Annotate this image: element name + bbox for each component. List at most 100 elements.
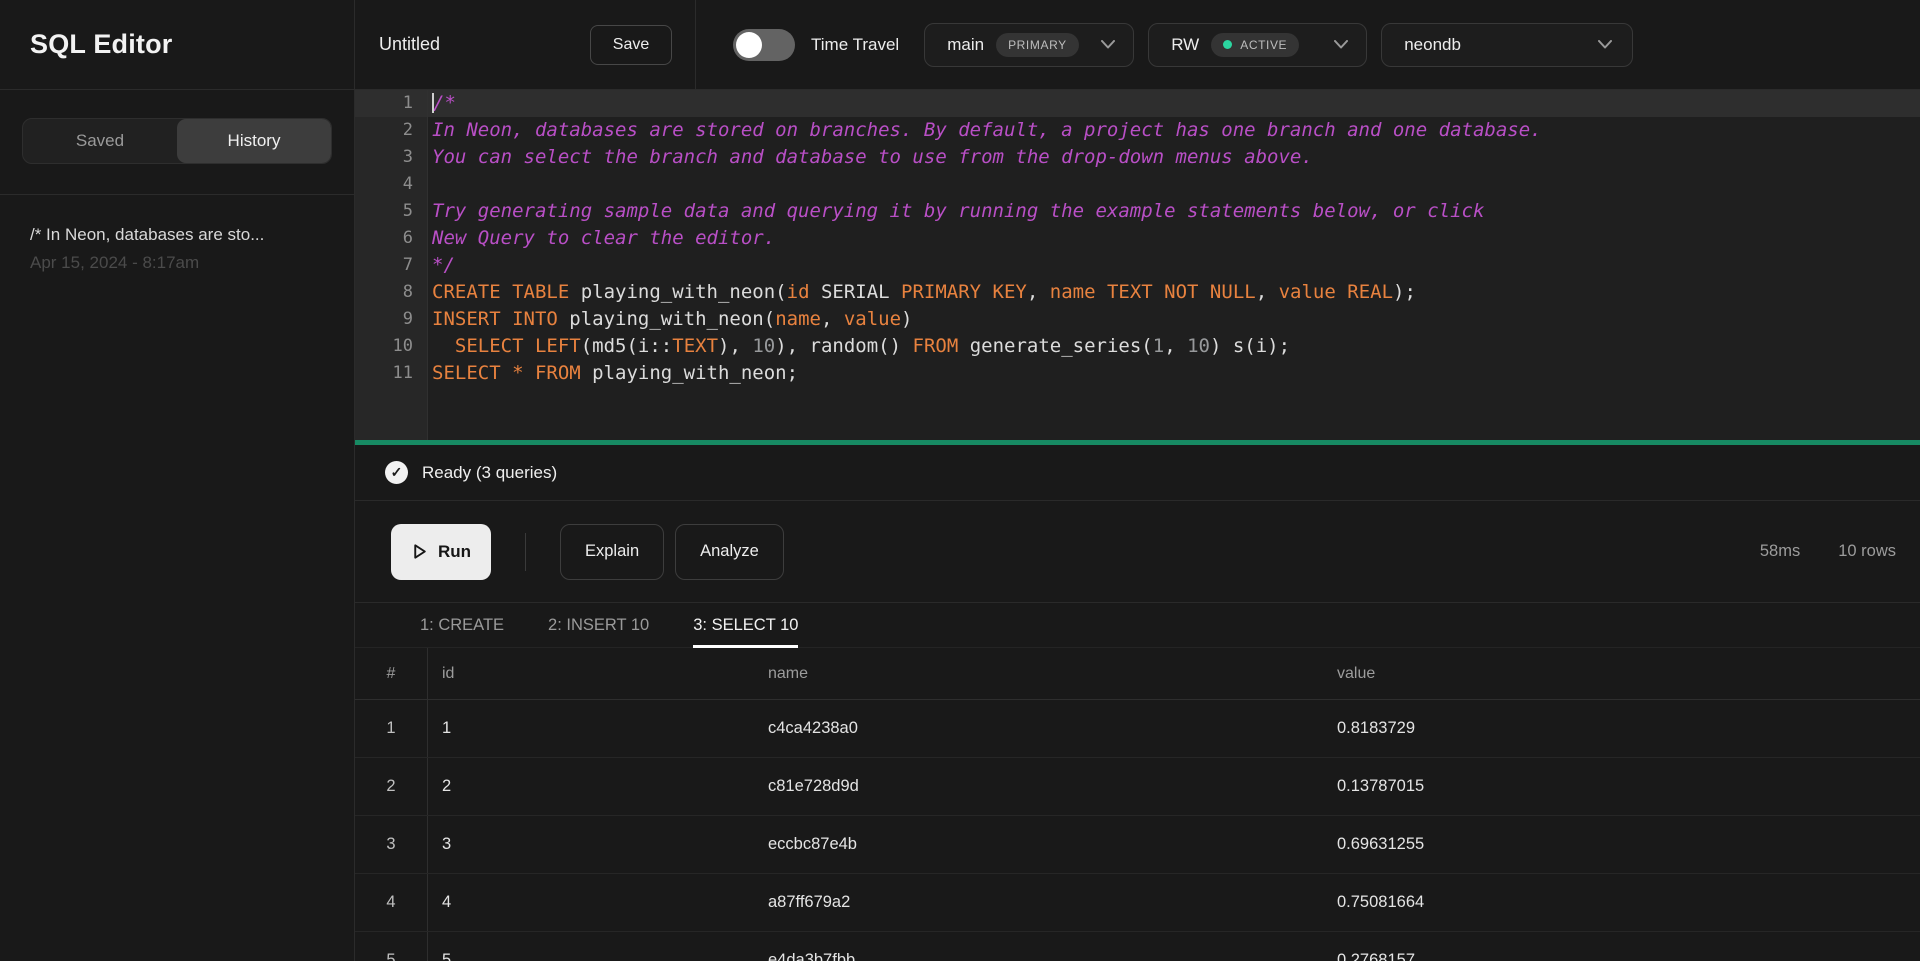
- sidebar-tabs-section: SavedHistory: [0, 90, 354, 195]
- table-row: 55e4da3b7fbb0.2768157: [355, 932, 1920, 961]
- table-cell: c4ca4238a0: [754, 719, 1323, 738]
- code-line: */: [428, 252, 1920, 279]
- table-cell: 0.8183729: [1323, 719, 1920, 738]
- sidebar-header: SQL Editor: [0, 0, 354, 90]
- column-header-id: id: [428, 665, 754, 683]
- history-item[interactable]: /* In Neon, databases are sto... Apr 15, …: [0, 219, 354, 283]
- table-row: 33eccbc87e4b0.69631255: [355, 816, 1920, 874]
- history-list: /* In Neon, databases are sto... Apr 15, …: [0, 195, 354, 307]
- database-dropdown[interactable]: neondb: [1381, 23, 1633, 67]
- actions-divider: [525, 533, 526, 571]
- topbar-divider: [695, 0, 696, 90]
- table-cell: 2: [428, 777, 754, 796]
- results-header-row: #idnamevalue: [355, 648, 1920, 700]
- branch-primary-badge: PRIMARY: [996, 33, 1079, 57]
- line-number: 4: [355, 171, 427, 198]
- toggle-knob-icon: [736, 32, 762, 58]
- table-cell: 1: [428, 719, 754, 738]
- row-index-cell: 5: [355, 932, 428, 961]
- code-line: SELECT LEFT(md5(i::TEXT), 10), random() …: [428, 333, 1920, 360]
- result-tab-3[interactable]: 3: SELECT 10: [693, 603, 798, 648]
- branch-name: main: [947, 35, 984, 55]
- sql-editor-app: SQL Editor SavedHistory /* In Neon, data…: [0, 0, 1920, 961]
- chevron-down-icon: [1598, 40, 1612, 49]
- column-header-value: value: [1323, 665, 1920, 683]
- play-icon: [411, 543, 428, 560]
- page-title: SQL Editor: [30, 29, 173, 60]
- time-travel-label: Time Travel: [811, 35, 899, 55]
- history-item-date: Apr 15, 2024 - 8:17am: [30, 253, 324, 273]
- line-number: 5: [355, 198, 427, 225]
- table-cell: e4da3b7fbb: [754, 951, 1323, 961]
- line-number: 2: [355, 117, 427, 144]
- line-number: 1: [355, 90, 427, 117]
- save-button[interactable]: Save: [590, 25, 672, 65]
- sidebar-tab-saved[interactable]: Saved: [23, 119, 177, 163]
- explain-button[interactable]: Explain: [560, 524, 664, 580]
- chevron-down-icon: [1334, 40, 1348, 49]
- main-panel: Untitled Save Time Travel main PRIMARY R…: [355, 0, 1920, 961]
- table-cell: 4: [428, 893, 754, 912]
- sidebar: SQL Editor SavedHistory /* In Neon, data…: [0, 0, 355, 961]
- table-cell: 3: [428, 835, 754, 854]
- history-item-title: /* In Neon, databases are sto...: [30, 225, 324, 245]
- ready-status-text: Ready (3 queries): [422, 463, 557, 483]
- row-index-cell: 4: [355, 874, 428, 931]
- code-line: CREATE TABLE playing_with_neon(id SERIAL…: [428, 279, 1920, 306]
- code-line: You can select the branch and database t…: [428, 144, 1920, 171]
- table-row: 44a87ff679a20.75081664: [355, 874, 1920, 932]
- row-index-cell: 2: [355, 758, 428, 815]
- time-travel-toggle[interactable]: [733, 29, 795, 61]
- line-number: 3: [355, 144, 427, 171]
- table-cell: 5: [428, 951, 754, 961]
- code-line: /*: [428, 90, 1920, 117]
- table-row: 22c81e728d9d0.13787015: [355, 758, 1920, 816]
- chevron-down-icon: [1101, 40, 1115, 49]
- check-circle-icon: ✓: [385, 461, 408, 484]
- table-cell: c81e728d9d: [754, 777, 1323, 796]
- table-cell: 0.69631255: [1323, 835, 1920, 854]
- result-tabs: 1: CREATE 2: INSERT 10 3: SELECT 10: [355, 603, 1920, 648]
- status-row: ✓ Ready (3 queries): [355, 445, 1920, 501]
- query-row-count: 10 rows: [1838, 542, 1896, 561]
- run-button[interactable]: Run: [391, 524, 491, 580]
- text-cursor: [432, 93, 434, 113]
- table-cell: a87ff679a2: [754, 893, 1323, 912]
- topbar: Untitled Save Time Travel main PRIMARY R…: [355, 0, 1920, 90]
- editor-gutter: 1234567891011: [355, 90, 428, 440]
- line-number: 9: [355, 306, 427, 333]
- table-cell: 0.2768157: [1323, 951, 1920, 961]
- table-cell: 0.13787015: [1323, 777, 1920, 796]
- query-name: Untitled: [379, 34, 440, 55]
- results-table: #idnamevalue 11c4ca4238a00.818372922c81e…: [355, 648, 1920, 961]
- result-tab-1[interactable]: 1: CREATE: [420, 603, 504, 648]
- table-cell: 0.75081664: [1323, 893, 1920, 912]
- compute-dropdown[interactable]: RW ACTIVE: [1148, 23, 1367, 67]
- code-line: Try generating sample data and querying …: [428, 198, 1920, 225]
- result-tab-2[interactable]: 2: INSERT 10: [548, 603, 649, 648]
- database-name: neondb: [1404, 35, 1461, 55]
- code-line: In Neon, databases are stored on branche…: [428, 117, 1920, 144]
- compute-status-badge: ACTIVE: [1211, 33, 1299, 57]
- compute-mode: RW: [1171, 35, 1199, 55]
- line-number: 11: [355, 360, 427, 387]
- column-header-index: #: [355, 648, 428, 699]
- query-metrics: 58ms 10 rows: [1760, 542, 1896, 561]
- analyze-button[interactable]: Analyze: [675, 524, 784, 580]
- sql-code-editor[interactable]: 1234567891011 /*In Neon, databases are s…: [355, 90, 1920, 440]
- code-line: SELECT * FROM playing_with_neon;: [428, 360, 1920, 387]
- branch-dropdown[interactable]: main PRIMARY: [924, 23, 1134, 67]
- actions-row: Run Explain Analyze 58ms 10 rows: [355, 501, 1920, 603]
- results-body: 11c4ca4238a00.818372922c81e728d9d0.13787…: [355, 700, 1920, 961]
- line-number: 8: [355, 279, 427, 306]
- saved-history-switch: SavedHistory: [22, 118, 332, 164]
- query-duration: 58ms: [1760, 542, 1800, 561]
- line-number: 6: [355, 225, 427, 252]
- code-line: INSERT INTO playing_with_neon(name, valu…: [428, 306, 1920, 333]
- run-button-label: Run: [438, 542, 471, 562]
- code-line: New Query to clear the editor.: [428, 225, 1920, 252]
- column-header-name: name: [754, 665, 1323, 683]
- row-index-cell: 1: [355, 700, 428, 757]
- sidebar-tab-history[interactable]: History: [177, 119, 331, 163]
- row-index-cell: 3: [355, 816, 428, 873]
